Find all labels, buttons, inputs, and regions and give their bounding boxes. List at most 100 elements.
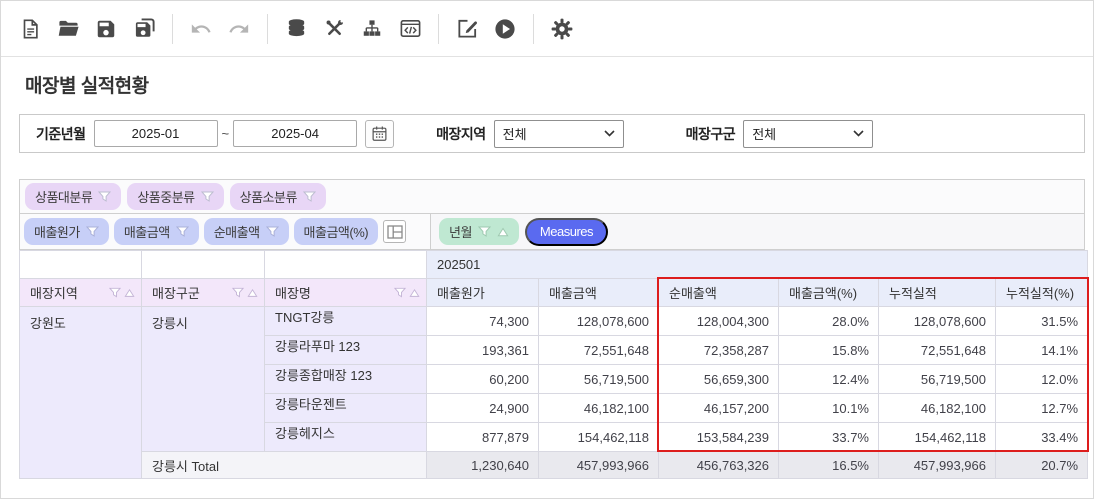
- pivot-table: 202501 매장지역 매장구군: [19, 250, 1088, 479]
- save-as-button[interactable]: [127, 12, 161, 46]
- header-sales[interactable]: 매출금액: [539, 279, 659, 307]
- hierarchy-button[interactable]: [355, 12, 389, 46]
- measure-chip-label: 매출금액: [124, 222, 170, 241]
- district-select-value: 전체: [752, 124, 776, 143]
- total-row: 강릉시 Total 1,230,640 457,993,966 456,763,…: [20, 452, 1088, 479]
- calendar-button[interactable]: [365, 120, 394, 148]
- total-label-cell: 강릉시 Total: [142, 452, 427, 479]
- measure-chip-label: 순매출액: [214, 222, 260, 241]
- save-button[interactable]: [89, 12, 123, 46]
- filter-funnel-icon[interactable]: [176, 226, 189, 237]
- header-cost[interactable]: 매출원가: [427, 279, 539, 307]
- corner-cell: [142, 251, 265, 279]
- filter-bar: 기준년월 2025-01 ~ 2025-04 매장지역 전체 매장구군 전체: [19, 114, 1085, 153]
- code-editor-button[interactable]: [393, 12, 427, 46]
- sort-asc-icon[interactable]: [497, 227, 509, 237]
- sort-asc-icon[interactable]: [409, 288, 420, 298]
- period-from-input[interactable]: 2025-01: [94, 120, 218, 147]
- filter-funnel-icon[interactable]: [86, 226, 99, 237]
- value-cell: 33.7%: [779, 423, 879, 452]
- filter-funnel-icon[interactable]: [266, 226, 279, 237]
- sort-asc-icon[interactable]: [124, 288, 135, 298]
- header-label: 매장지역: [30, 283, 78, 302]
- period-header-cell[interactable]: 202501: [427, 251, 1088, 279]
- filter-funnel-icon[interactable]: [109, 287, 121, 298]
- database-button[interactable]: [279, 12, 313, 46]
- filter-funnel-icon[interactable]: [478, 226, 491, 237]
- header-label: 매장명: [275, 283, 311, 302]
- filter-funnel-icon[interactable]: [232, 287, 244, 298]
- district-select[interactable]: 전체: [743, 120, 873, 148]
- tools-button[interactable]: [317, 12, 351, 46]
- sort-asc-icon[interactable]: [247, 288, 258, 298]
- column-fields-area: 년월 Measures: [431, 214, 1084, 249]
- measure-chip-label: 매출금액(%): [304, 222, 369, 241]
- measure-chip-sales[interactable]: 매출금액: [114, 218, 199, 245]
- filter-funnel-icon[interactable]: [303, 191, 316, 202]
- value-cell: 154,462,118: [879, 423, 996, 452]
- column-chip-yearmonth[interactable]: 년월: [439, 218, 519, 245]
- undo-button[interactable]: [184, 12, 218, 46]
- title-bar: 매장별 실적현황: [1, 57, 1093, 98]
- store-cell: 강릉타운젠트: [265, 394, 427, 423]
- header-sales-pct[interactable]: 매출금액(%): [779, 279, 879, 307]
- period-range-separator: ~: [222, 126, 230, 141]
- measure-chip-net-sales[interactable]: 순매출액: [204, 218, 289, 245]
- region-cell: 강원도: [20, 307, 142, 479]
- hierarchy-icon: [361, 18, 383, 40]
- value-cell: 46,157,200: [659, 394, 779, 423]
- settings-icon: [550, 17, 574, 41]
- field-chip-label: 상품대분류: [35, 187, 92, 206]
- measure-chip-cost[interactable]: 매출원가: [24, 218, 109, 245]
- header-store-region[interactable]: 매장지역: [20, 279, 142, 307]
- field-chip-product-major[interactable]: 상품대분류: [25, 183, 121, 210]
- measures-button[interactable]: Measures: [525, 218, 608, 246]
- filter-funnel-icon[interactable]: [394, 287, 406, 298]
- layout-grid-button[interactable]: [383, 220, 406, 243]
- save-icon: [95, 18, 117, 40]
- store-cell: 강릉라푸마 123: [265, 336, 427, 365]
- filter-funnel-icon[interactable]: [98, 191, 111, 202]
- period-row: 202501: [20, 251, 1088, 279]
- redo-button[interactable]: [222, 12, 256, 46]
- value-cell: 14.1%: [996, 336, 1088, 365]
- redo-icon: [228, 18, 250, 40]
- store-cell: TNGT강릉: [265, 307, 427, 336]
- field-chip-product-minor[interactable]: 상품소분류: [230, 183, 326, 210]
- region-select[interactable]: 전체: [494, 120, 624, 148]
- page-title: 매장별 실적현황: [25, 71, 1093, 98]
- measure-fields-area: 매출원가 매출금액 순매출액 매출금액(%): [20, 214, 431, 249]
- value-cell: 72,551,648: [879, 336, 996, 365]
- header-store-district[interactable]: 매장구군: [142, 279, 265, 307]
- header-net-sales[interactable]: 순매출액: [659, 279, 779, 307]
- header-cumulative-pct[interactable]: 누적실적(%): [996, 279, 1088, 307]
- open-folder-icon: [57, 17, 80, 40]
- header-store-name[interactable]: 매장명: [265, 279, 427, 307]
- total-value-cell: 16.5%: [779, 452, 879, 479]
- edit-button[interactable]: [450, 12, 484, 46]
- filter-funnel-icon[interactable]: [201, 191, 214, 202]
- header-label: 매장구군: [152, 283, 200, 302]
- new-document-icon: [19, 18, 41, 40]
- district-cell: 강릉시: [142, 307, 265, 452]
- open-folder-button[interactable]: [51, 12, 85, 46]
- value-cell: 72,551,648: [539, 336, 659, 365]
- table-row: 강원도 강릉시 TNGT강릉 74,300 128,078,600 128,00…: [20, 307, 1088, 336]
- corner-cell: [265, 251, 427, 279]
- save-as-icon: [133, 17, 156, 40]
- period-label: 기준년월: [36, 124, 86, 144]
- field-chip-product-middle[interactable]: 상품중분류: [127, 183, 223, 210]
- total-value-cell: 20.7%: [996, 452, 1088, 479]
- store-cell: 강릉헤지스: [265, 423, 427, 452]
- measure-chip-label: 매출원가: [34, 222, 80, 241]
- tools-icon: [323, 17, 346, 40]
- pivot-grid: 상품대분류 상품중분류 상품소분류 매출원가 매출금액: [19, 179, 1085, 479]
- settings-button[interactable]: [545, 12, 579, 46]
- total-value-cell: 1,230,640: [427, 452, 539, 479]
- new-document-button[interactable]: [13, 12, 47, 46]
- header-cumulative[interactable]: 누적실적: [879, 279, 996, 307]
- measure-chip-sales-pct[interactable]: 매출금액(%): [294, 218, 379, 245]
- run-button[interactable]: [488, 12, 522, 46]
- value-cell: 33.4%: [996, 423, 1088, 452]
- period-to-input[interactable]: 2025-04: [233, 120, 357, 147]
